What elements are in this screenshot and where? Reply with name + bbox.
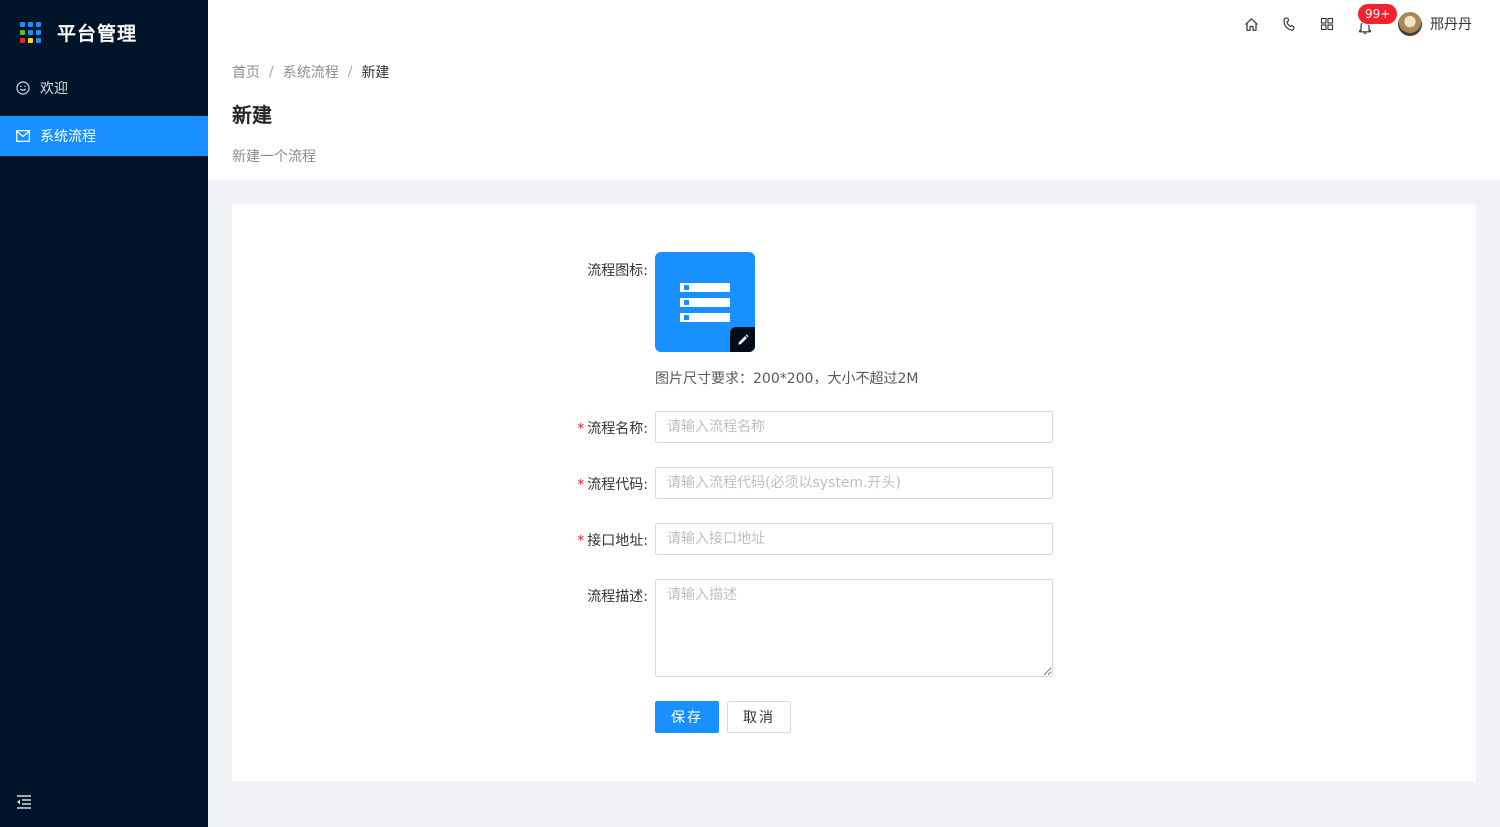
sidebar-item-label: 欢迎 — [40, 81, 68, 97]
home-icon[interactable] — [1232, 0, 1270, 48]
breadcrumb: 首页 / 系统流程 / 新建 — [232, 62, 1476, 82]
form-card: 流程图标: 图片尺寸要求：200*200，大小不超过2M *流程名称: *流程代… — [232, 204, 1476, 781]
notification-badge: 99+ — [1358, 4, 1398, 24]
page-description: 新建一个流程 — [232, 149, 316, 165]
logo-dot — [20, 37, 25, 43]
code-label: * 流程代码: — [577, 477, 648, 493]
pencil-icon — [738, 334, 748, 344]
sidebar: 平台管理 欢迎 系统流程 — [0, 0, 208, 827]
user-name: 邢丹丹 — [1430, 17, 1472, 33]
breadcrumb-separator: / — [347, 64, 353, 80]
avatar — [1398, 12, 1422, 36]
page-header: 首页 / 系统流程 / 新建 新建 新建一个流程 — [208, 48, 1500, 180]
logo-dot — [28, 21, 33, 27]
apps-icon[interactable] — [1308, 0, 1346, 48]
desc-label: 流程描述: — [587, 589, 648, 605]
cancel-button[interactable]: 取消 — [727, 701, 791, 733]
icon-label: 流程图标: — [587, 263, 648, 279]
flow-description-textarea[interactable] — [655, 579, 1053, 677]
api-label: * 接口地址: — [577, 533, 648, 549]
logo-dot — [36, 29, 41, 35]
list-icon — [680, 283, 730, 328]
breadcrumb-current: 新建 — [361, 65, 390, 81]
breadcrumb-system-flow[interactable]: 系统流程 — [283, 62, 339, 82]
edit-icon-button[interactable] — [730, 327, 755, 352]
logo-dot — [28, 37, 33, 43]
logo-dot — [20, 21, 25, 27]
app-title: 平台管理 — [57, 22, 138, 45]
logo[interactable]: 平台管理 — [0, 0, 208, 64]
icon-hint: 图片尺寸要求：200*200，大小不超过2M — [655, 371, 919, 387]
required-mark: * — [577, 533, 585, 549]
smile-icon — [16, 81, 30, 95]
flow-code-input[interactable] — [655, 467, 1053, 499]
logo-grid-icon — [20, 21, 41, 43]
sidebar-item-label: 系统流程 — [40, 129, 96, 145]
sidebar-item-welcome[interactable]: 欢迎 — [0, 68, 208, 108]
flow-name-input[interactable] — [655, 411, 1053, 443]
api-address-input[interactable] — [655, 523, 1053, 555]
save-button[interactable]: 保存 — [655, 701, 719, 733]
user-menu[interactable]: 邢丹丹 — [1384, 0, 1500, 48]
name-label: * 流程名称: — [577, 421, 648, 437]
breadcrumb-home[interactable]: 首页 — [232, 62, 260, 82]
logo-dot — [36, 21, 41, 27]
required-mark: * — [577, 477, 585, 493]
logo-dot — [20, 29, 25, 35]
top-header: 99+ 邢丹丹 — [208, 0, 1500, 48]
menu-fold-icon[interactable] — [16, 795, 34, 811]
logo-dot — [36, 37, 41, 43]
phone-icon[interactable] — [1270, 0, 1308, 48]
breadcrumb-separator: / — [269, 64, 274, 80]
flow-icon-preview[interactable] — [655, 252, 755, 352]
logo-dot — [28, 29, 33, 35]
page-title: 新建 — [232, 103, 272, 127]
sidebar-item-system-flow[interactable]: 系统流程 — [0, 116, 208, 156]
mail-icon — [16, 129, 30, 143]
notification-button[interactable]: 99+ — [1346, 0, 1398, 48]
required-mark: * — [577, 421, 585, 437]
